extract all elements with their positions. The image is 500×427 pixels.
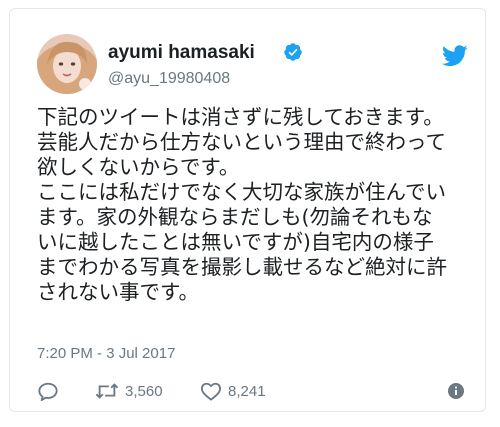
display-name[interactable]: ayumi hamasaki [108, 42, 255, 64]
tweet-line: 下記のツイートは消さずに残しておきます。 [37, 105, 444, 129]
verified-badge-icon [283, 42, 303, 62]
tweet-line: ます。家の外観ならまだしも(勿論それもな [37, 205, 433, 229]
like-icon [200, 381, 222, 401]
tweet-actions: 3,560 8,241 [37, 379, 477, 403]
tweet-line: されない事です。 [37, 280, 199, 304]
tweet-line: 欲しくないからです。 [37, 155, 240, 179]
tweet-line: までわかる写真を撮影し載せるなど絶対に許 [37, 255, 447, 279]
user-handle[interactable]: @ayu_19980408 [108, 70, 230, 88]
retweet-count: 3,560 [125, 382, 163, 400]
avatar[interactable] [37, 34, 97, 94]
reply-button[interactable] [37, 379, 59, 403]
like-button[interactable]: 8,241 [200, 379, 266, 403]
tweet-text: 下記のツイートは消さずに残しておきます。 芸能人だから仕方ないという理由で終わっ… [37, 105, 477, 305]
info-icon [448, 383, 464, 399]
tweet-line: ここには私だけでなく大切な家族が住んでい [37, 180, 446, 204]
tweet-line: いに越したことは無いですが)自宅内の様子 [37, 230, 434, 254]
info-button[interactable] [448, 379, 464, 403]
reply-icon [37, 381, 59, 401]
retweet-button[interactable]: 3,560 [95, 379, 163, 403]
tweet-card: ayumi hamasaki @ayu_19980408 下記のツイートは消さず… [9, 8, 486, 412]
tweet-line: 芸能人だから仕方ないという理由で終わって [37, 130, 446, 154]
tweet-timestamp[interactable]: 7:20 PM - 3 Jul 2017 [37, 345, 175, 362]
like-count: 8,241 [228, 382, 266, 400]
retweet-icon [95, 381, 119, 401]
twitter-bird-icon[interactable] [441, 45, 468, 67]
